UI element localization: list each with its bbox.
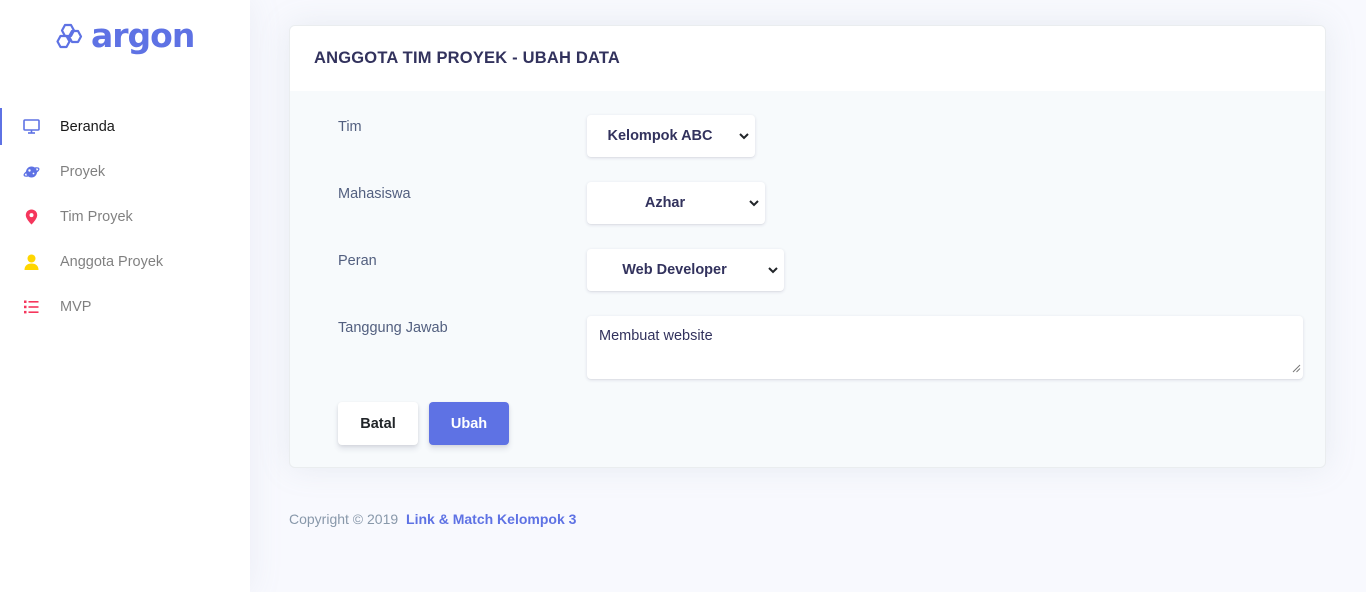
sidebar-item-label: MVP xyxy=(60,298,92,315)
sidebar-item-label: Proyek xyxy=(60,163,106,180)
brand-name: argon xyxy=(91,16,195,55)
mahasiswa-select-value: Azhar xyxy=(644,195,686,211)
list-icon xyxy=(22,298,40,316)
chevron-down-icon xyxy=(768,262,778,278)
sidebar: argon Beranda Proyek Tim Proyek Anggota … xyxy=(0,0,250,592)
cancel-button[interactable]: Batal xyxy=(338,402,418,445)
sidebar-item-mvp[interactable]: MVP xyxy=(0,284,250,329)
tim-label: Tim xyxy=(338,119,362,135)
chevron-down-icon xyxy=(749,195,759,211)
tanggung-jawab-textarea[interactable]: Membuat website xyxy=(587,316,1303,379)
planet-icon xyxy=(22,163,40,181)
sidebar-item-label: Tim Proyek xyxy=(60,208,133,225)
submit-button[interactable]: Ubah xyxy=(429,402,509,445)
footer-link[interactable]: Link & Match Kelompok 3 xyxy=(406,511,576,527)
location-pin-icon xyxy=(22,208,40,226)
user-icon xyxy=(22,253,40,271)
sidebar-nav: Beranda Proyek Tim Proyek Anggota Proyek… xyxy=(0,104,250,329)
peran-select[interactable]: Web Developer xyxy=(587,249,784,291)
tim-select-value: Kelompok ABC xyxy=(607,128,713,144)
copyright-text: Copyright © 2019 xyxy=(289,511,399,527)
sidebar-item-tim-proyek[interactable]: Tim Proyek xyxy=(0,194,250,239)
sidebar-item-anggota-proyek[interactable]: Anggota Proyek xyxy=(0,239,250,284)
mahasiswa-label: Mahasiswa xyxy=(338,186,411,202)
chevron-down-icon xyxy=(739,128,749,144)
brand-logo[interactable]: argon xyxy=(56,14,195,58)
sidebar-item-beranda[interactable]: Beranda xyxy=(0,104,250,149)
tanggung-jawab-label: Tanggung Jawab xyxy=(338,320,448,336)
footer: Copyright © 2019 Link & Match Kelompok 3 xyxy=(289,511,576,527)
mahasiswa-select[interactable]: Azhar xyxy=(587,182,765,224)
edit-form-card: ANGGOTA TIM PROYEK - UBAH DATA Tim Kelom… xyxy=(289,25,1326,468)
tim-select[interactable]: Kelompok ABC xyxy=(587,115,755,157)
sidebar-item-label: Anggota Proyek xyxy=(60,253,164,270)
hexagon-logo-icon xyxy=(56,23,84,49)
resize-handle-icon[interactable] xyxy=(1292,361,1301,377)
peran-label: Peran xyxy=(338,253,377,269)
page-title: ANGGOTA TIM PROYEK - UBAH DATA xyxy=(314,49,621,67)
peran-select-value: Web Developer xyxy=(622,262,727,278)
tanggung-jawab-value: Membuat website xyxy=(599,328,713,344)
sidebar-item-label: Beranda xyxy=(60,118,115,135)
monitor-icon xyxy=(22,118,40,136)
card-header: ANGGOTA TIM PROYEK - UBAH DATA xyxy=(290,26,1325,91)
sidebar-item-proyek[interactable]: Proyek xyxy=(0,149,250,194)
